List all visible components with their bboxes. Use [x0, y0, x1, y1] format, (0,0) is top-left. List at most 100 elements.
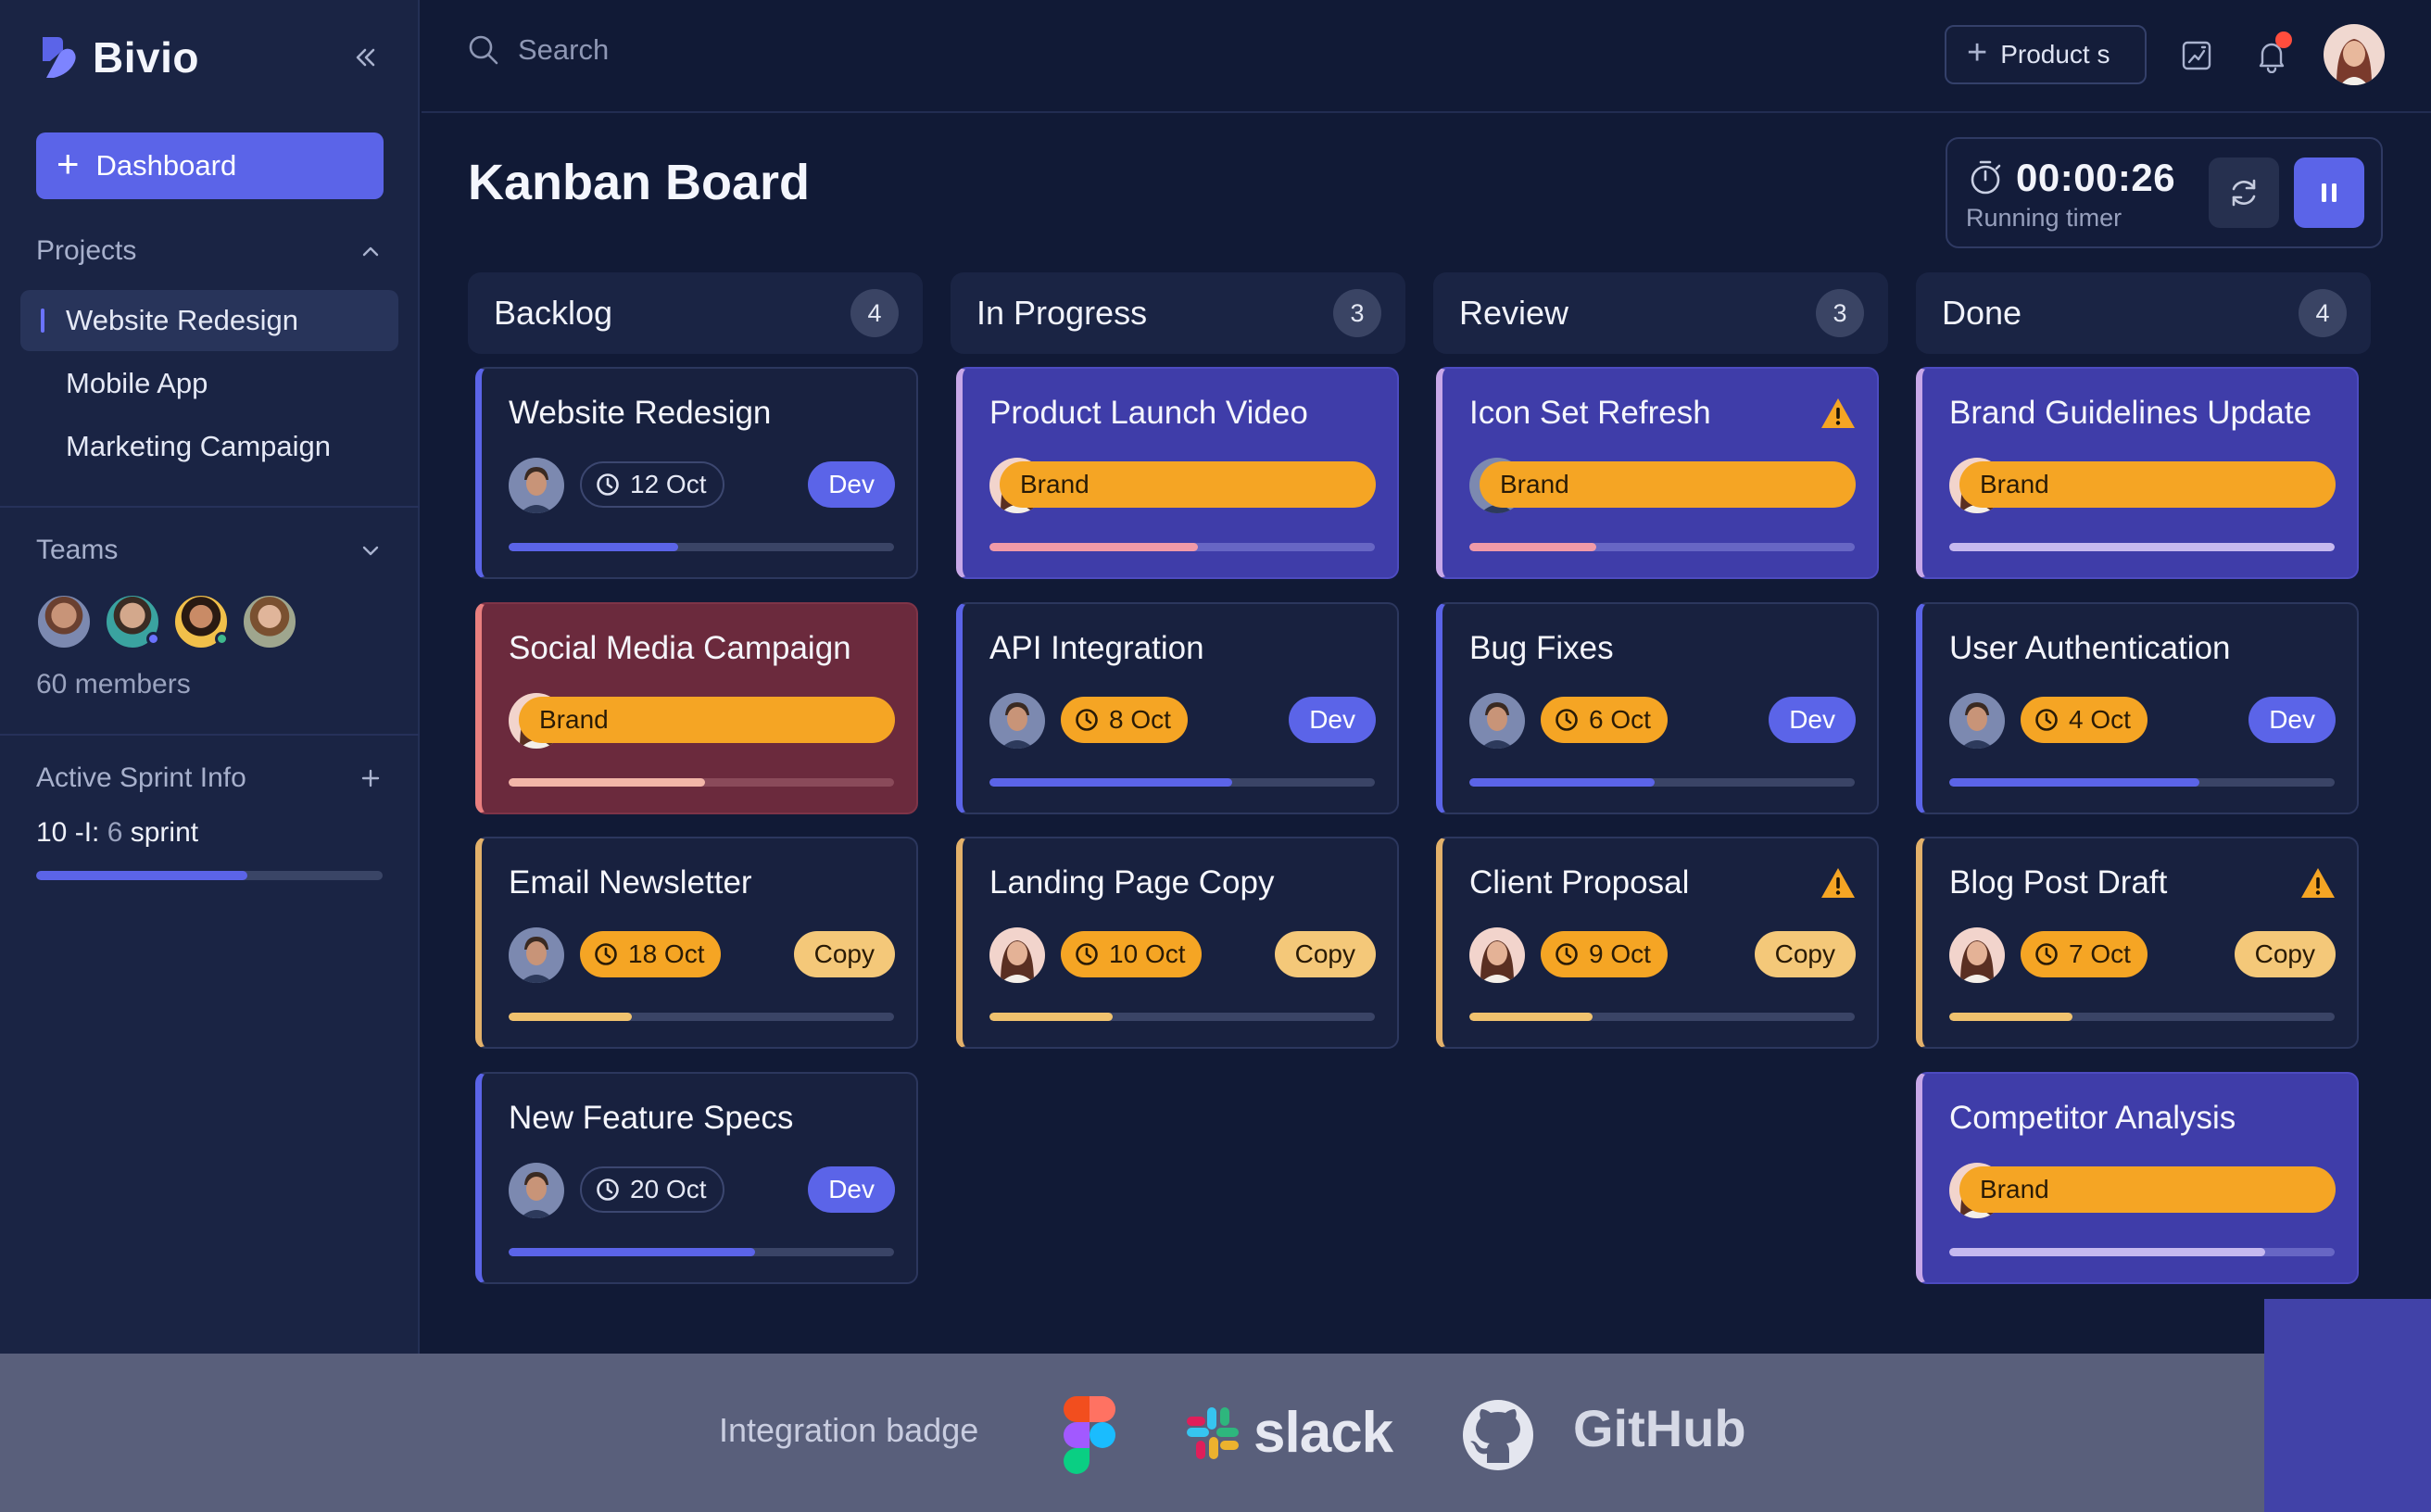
avatar[interactable]	[35, 593, 93, 650]
teams-section-header[interactable]: Teams	[36, 535, 384, 566]
task-card[interactable]: Blog Post Draft 7 Oct Copy	[1916, 837, 2359, 1049]
stopwatch-icon	[1971, 160, 2001, 195]
sidebar-item-marketing-campaign[interactable]: Marketing Campaign	[20, 416, 398, 477]
progress-fill	[989, 543, 1198, 551]
tag-badge[interactable]: Brand	[1000, 461, 1376, 508]
progress-bar	[1469, 543, 1855, 551]
avatar-portrait	[509, 927, 564, 983]
slack-logo[interactable]: slack	[1183, 1401, 1393, 1465]
assignee-avatar[interactable]	[989, 927, 1045, 983]
tag-badge[interactable]: Copy	[793, 931, 895, 977]
assignee-avatar[interactable]	[509, 1163, 564, 1218]
tag-badge[interactable]: Dev	[808, 1166, 895, 1213]
due-date-chip[interactable]: 10 Oct	[1061, 931, 1203, 977]
timer-value: 00:00:26	[2016, 156, 2176, 199]
tag-badge[interactable]: Brand	[1959, 461, 2336, 508]
progress-fill	[1949, 543, 2335, 551]
task-card[interactable]: New Feature Specs 20 Oct Dev	[475, 1072, 918, 1284]
task-card[interactable]: Competitor Analysis 11 Oct Brand	[1916, 1072, 2359, 1284]
warning-icon	[2301, 868, 2335, 898]
user-avatar[interactable]	[2324, 24, 2385, 85]
brand[interactable]: Bivio	[37, 32, 199, 83]
due-date: 20 Oct	[630, 1175, 707, 1203]
assignee-avatar[interactable]	[1469, 927, 1525, 983]
card-title: Landing Page Copy	[989, 864, 1275, 901]
task-card[interactable]: Product Launch Video 5 Oct Brand	[956, 367, 1399, 579]
due-date: 6 Oct	[1589, 705, 1651, 734]
task-card[interactable]: Icon Set Refresh 3 Oct Brand	[1436, 367, 1879, 579]
tag-badge[interactable]: Dev	[1769, 697, 1856, 743]
assignee-avatar[interactable]	[509, 927, 564, 983]
task-card[interactable]: Landing Page Copy 10 Oct Copy	[956, 837, 1399, 1049]
tag-badge[interactable]: Copy	[1274, 931, 1376, 977]
task-card[interactable]: Bug Fixes 6 Oct Dev	[1436, 602, 1879, 814]
add-product-button[interactable]: + Product s	[1945, 25, 2147, 84]
due-date-chip[interactable]: 20 Oct	[580, 1166, 725, 1213]
github-logo-icon[interactable]	[1461, 1398, 1535, 1472]
due-date-chip[interactable]: 6 Oct	[1541, 697, 1668, 743]
running-timer: 00:00:26 Running timer	[1946, 137, 2383, 248]
sprint-label: Active Sprint Info	[36, 762, 246, 793]
sidebar-divider	[0, 734, 420, 736]
dashboard-button[interactable]: + Dashboard	[36, 132, 384, 199]
tag-badge[interactable]: Copy	[1754, 931, 1856, 977]
analytics-button[interactable]	[2176, 35, 2217, 76]
slack-wordmark: slack	[1253, 1401, 1393, 1465]
card-title: Brand Guidelines Update	[1949, 395, 2312, 431]
task-card[interactable]: Email Newsletter 18 Oct Copy	[475, 837, 918, 1049]
assignee-avatar[interactable]	[1949, 693, 2005, 749]
tag-badge[interactable]: Brand	[1959, 1166, 2336, 1213]
assignee-avatar[interactable]	[1949, 927, 2005, 983]
due-date-chip[interactable]: 7 Oct	[2021, 931, 2148, 977]
task-card[interactable]: User Authentication 4 Oct Dev	[1916, 602, 2359, 814]
assignee-avatar[interactable]	[509, 458, 564, 513]
tag-badge[interactable]: Dev	[2248, 697, 2336, 743]
slack-logo-icon	[1187, 1407, 1239, 1459]
clock-icon	[2035, 709, 2058, 731]
chevron-up-icon	[362, 246, 379, 257]
progress-fill	[1469, 1013, 1593, 1021]
members-count: 60 members	[36, 669, 191, 699]
search-icon	[469, 35, 498, 65]
projects-section-header[interactable]: Projects	[36, 235, 384, 267]
avatar[interactable]	[104, 593, 161, 650]
avatar[interactable]	[241, 593, 298, 650]
status-dot	[215, 632, 229, 646]
column-title: Backlog	[494, 294, 613, 332]
task-card[interactable]: Website Redesign 12 Oct Dev	[475, 367, 918, 579]
tag-badge[interactable]: Dev	[808, 461, 895, 508]
warning-icon	[1821, 868, 1855, 898]
reset-timer-button[interactable]	[2209, 158, 2279, 228]
avatar[interactable]	[172, 593, 230, 650]
tag-badge[interactable]: Brand	[1480, 461, 1856, 508]
due-date-chip[interactable]: 9 Oct	[1541, 931, 1668, 977]
due-date-chip[interactable]: 12 Oct	[580, 461, 725, 508]
assignee-avatar[interactable]	[989, 693, 1045, 749]
tag-badge[interactable]: Brand	[519, 697, 895, 743]
card-title: Website Redesign	[509, 395, 772, 431]
task-card[interactable]: Brand Guidelines Update 1 Oct Brand	[1916, 367, 2359, 579]
assignee-avatar[interactable]	[1469, 693, 1525, 749]
notifications-button[interactable]	[2251, 32, 2292, 76]
progress-fill	[989, 1013, 1114, 1021]
clock-icon	[2035, 943, 2058, 965]
sidebar-item-website-redesign[interactable]: Website Redesign	[20, 290, 398, 351]
due-date-chip[interactable]: 4 Oct	[2021, 697, 2148, 743]
task-card[interactable]: Social Media Campaign 15 Oct Brand	[475, 602, 918, 814]
task-card[interactable]: API Integration 8 Oct Dev	[956, 602, 1399, 814]
collapse-sidebar-button[interactable]	[348, 41, 382, 74]
status-dot	[146, 632, 160, 646]
progress-fill	[1949, 1248, 2266, 1256]
due-date-chip[interactable]: 18 Oct	[580, 931, 722, 977]
due-date-chip[interactable]: 8 Oct	[1061, 697, 1188, 743]
tag-badge[interactable]: Dev	[1289, 697, 1376, 743]
progress-bar	[989, 778, 1375, 787]
figma-logo-icon[interactable]	[1062, 1394, 1117, 1476]
pause-timer-button[interactable]	[2294, 158, 2364, 228]
sidebar-item-mobile-app[interactable]: Mobile App	[20, 353, 398, 414]
add-sprint-icon[interactable]	[358, 765, 384, 791]
tag-badge[interactable]: Copy	[2234, 931, 2336, 977]
task-card[interactable]: Client Proposal 9 Oct Copy	[1436, 837, 1879, 1049]
search-bar[interactable]: Search	[466, 32, 609, 68]
search-input[interactable]: Search	[518, 33, 609, 67]
